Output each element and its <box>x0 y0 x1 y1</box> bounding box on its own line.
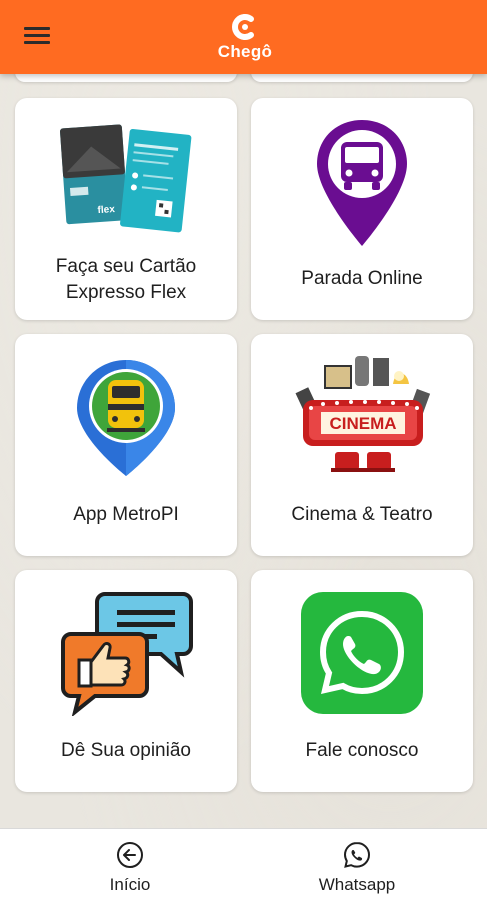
nav-label: Início <box>109 875 151 894</box>
card-de-sua-opiniao[interactable]: Dê Sua opinião <box>15 570 237 792</box>
expresso-flex-cards-icon: flex <box>60 124 192 233</box>
hamburger-line <box>24 41 50 44</box>
logo-text: Chegô <box>217 42 273 61</box>
card-label: Cinema & Teatro <box>291 504 433 525</box>
top-app-bar: Chegô <box>0 0 487 74</box>
card-fale-conosco[interactable]: Fale conosco <box>251 570 473 792</box>
svg-text:flex: flex <box>97 204 115 216</box>
card-label: Parada Online <box>301 268 423 289</box>
whatsapp-icon <box>301 592 423 714</box>
card-app-metropi[interactable]: App MetroPI <box>15 334 237 556</box>
card-cartao-expresso-flex[interactable]: flex Faça seu Cartão Expresso Flex <box>15 98 237 320</box>
card-label: App MetroPI <box>73 504 179 525</box>
nav-label: Whatsapp <box>318 875 396 894</box>
card-label-line: Faça seu Cartão <box>55 256 197 277</box>
metro-pin-icon <box>77 360 175 476</box>
bus-pin-icon <box>317 120 407 246</box>
card-label: Faça seu Cartão Expresso Flex <box>23 254 229 306</box>
nav-inicio[interactable]: Início <box>50 829 210 900</box>
logo-c-icon <box>232 14 254 40</box>
card-cinema-teatro[interactable]: CINEMA Cinema & Teatro <box>251 334 473 556</box>
card-label: Fale conosco <box>305 740 419 761</box>
bottom-navigation: Início Whatsapp <box>0 828 487 900</box>
menu-button[interactable] <box>24 25 50 47</box>
whatsapp-outline-icon <box>343 841 371 868</box>
feedback-chat-icon <box>61 592 193 716</box>
hamburger-line <box>24 34 50 37</box>
card-label-line: Expresso Flex <box>65 282 187 303</box>
app-logo: Chegô <box>210 10 280 66</box>
svg-text:CINEMA: CINEMA <box>329 414 396 433</box>
nav-whatsapp[interactable]: Whatsapp <box>277 829 437 900</box>
card-label: Dê Sua opinião <box>61 740 191 761</box>
card-parada-online[interactable]: Parada Online <box>251 98 473 320</box>
hamburger-menu-icon <box>24 27 50 30</box>
back-arrow-circle-icon <box>117 842 143 868</box>
cinema-icon: CINEMA <box>295 356 431 472</box>
